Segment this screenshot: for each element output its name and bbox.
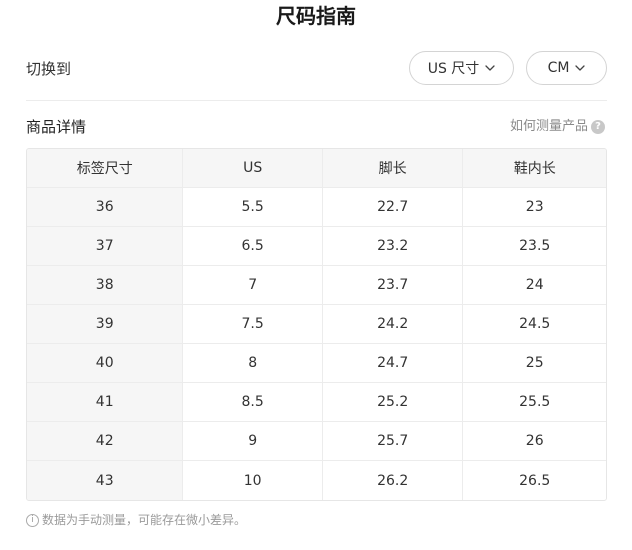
table-row: 37 6.5 23.2 23.5 bbox=[27, 227, 606, 266]
measure-unit-dropdown[interactable]: CM bbox=[526, 51, 607, 85]
size-guide-page: 尺码指南 切换到 US 尺寸 CM 商品详情 如何测量产品 ? 标签尺寸 US … bbox=[0, 0, 632, 550]
cell-insole-length: 25.5 bbox=[463, 383, 606, 422]
measure-unit-value: CM bbox=[547, 60, 570, 76]
cell-insole-length: 23.5 bbox=[463, 227, 606, 266]
header-label-size: 标签尺寸 bbox=[27, 149, 184, 188]
header-insole-length: 鞋内长 bbox=[463, 149, 606, 188]
cell-foot-length: 23.7 bbox=[322, 266, 464, 305]
cell-insole-length: 26 bbox=[463, 422, 606, 461]
cell-foot-length: 25.2 bbox=[322, 383, 464, 422]
cell-label-size: 41 bbox=[27, 383, 184, 422]
unit-system-dropdown[interactable]: US 尺寸 bbox=[409, 51, 514, 85]
cell-foot-length: 23.2 bbox=[322, 227, 464, 266]
divider bbox=[26, 100, 607, 101]
question-mark-icon: ? bbox=[591, 120, 605, 134]
header-foot-length: 脚长 bbox=[322, 149, 464, 188]
table-row: 41 8.5 25.2 25.5 bbox=[27, 383, 606, 422]
cell-label-size: 40 bbox=[27, 344, 184, 383]
cell-us: 5.5 bbox=[183, 188, 323, 227]
cell-us: 8 bbox=[183, 344, 323, 383]
switch-label: 切换到 bbox=[26, 60, 72, 78]
cell-label-size: 42 bbox=[27, 422, 184, 461]
cell-label-size: 43 bbox=[27, 461, 184, 500]
cell-us: 9 bbox=[183, 422, 323, 461]
page-title: 尺码指南 bbox=[276, 4, 356, 28]
cell-insole-length: 24.5 bbox=[463, 305, 606, 344]
cell-foot-length: 26.2 bbox=[323, 461, 464, 500]
chevron-down-icon bbox=[485, 65, 495, 71]
cell-insole-length: 23 bbox=[463, 188, 606, 227]
how-to-measure-label: 如何测量产品 bbox=[509, 119, 588, 134]
section-title: 商品详情 bbox=[26, 118, 87, 136]
cell-label-size: 36 bbox=[27, 188, 184, 227]
table-row: 39 7.5 24.2 24.5 bbox=[27, 305, 606, 344]
cell-label-size: 37 bbox=[27, 227, 184, 266]
table-row: 38 7 23.7 24 bbox=[27, 266, 606, 305]
cell-foot-length: 24.2 bbox=[322, 305, 464, 344]
cell-us: 7.5 bbox=[183, 305, 323, 344]
footnote: i 数据为手动测量，可能存在微小差异。 bbox=[26, 512, 246, 528]
how-to-measure-link[interactable]: 如何测量产品 ? bbox=[510, 118, 605, 136]
cell-foot-length: 22.7 bbox=[322, 188, 464, 227]
table-row: 43 10 26.2 26.5 bbox=[27, 461, 606, 500]
cell-foot-length: 25.7 bbox=[322, 422, 464, 461]
footnote-text: 数据为手动测量，可能存在微小差异。 bbox=[42, 513, 247, 527]
unit-system-value: US 尺寸 bbox=[427, 61, 480, 77]
cell-us: 8.5 bbox=[183, 383, 323, 422]
table-header-row: 标签尺寸 US 脚长 鞋内长 bbox=[27, 149, 606, 188]
table-row: 42 9 25.7 26 bbox=[27, 422, 606, 461]
cell-us: 6.5 bbox=[183, 227, 323, 266]
info-icon: i bbox=[26, 513, 39, 527]
cell-insole-length: 26.5 bbox=[519, 472, 551, 489]
cell-label-size: 38 bbox=[27, 266, 184, 305]
header-us: US bbox=[183, 149, 323, 188]
cell-label-size: 39 bbox=[27, 305, 184, 344]
cell-us: 10 bbox=[183, 461, 323, 500]
table-row: 40 8 24.7 25 bbox=[27, 344, 606, 383]
cell-insole-length: 25 bbox=[463, 344, 606, 383]
cell-foot-length: 24.7 bbox=[322, 344, 464, 383]
cell-us: 7 bbox=[183, 266, 323, 305]
cell-insole-length: 24 bbox=[463, 266, 606, 305]
chevron-down-icon bbox=[575, 65, 586, 71]
size-table: 标签尺寸 US 脚长 鞋内长 36 5.5 22.7 23 37 6.5 23.… bbox=[26, 148, 607, 501]
table-row: 36 5.5 22.7 23 bbox=[27, 188, 606, 227]
